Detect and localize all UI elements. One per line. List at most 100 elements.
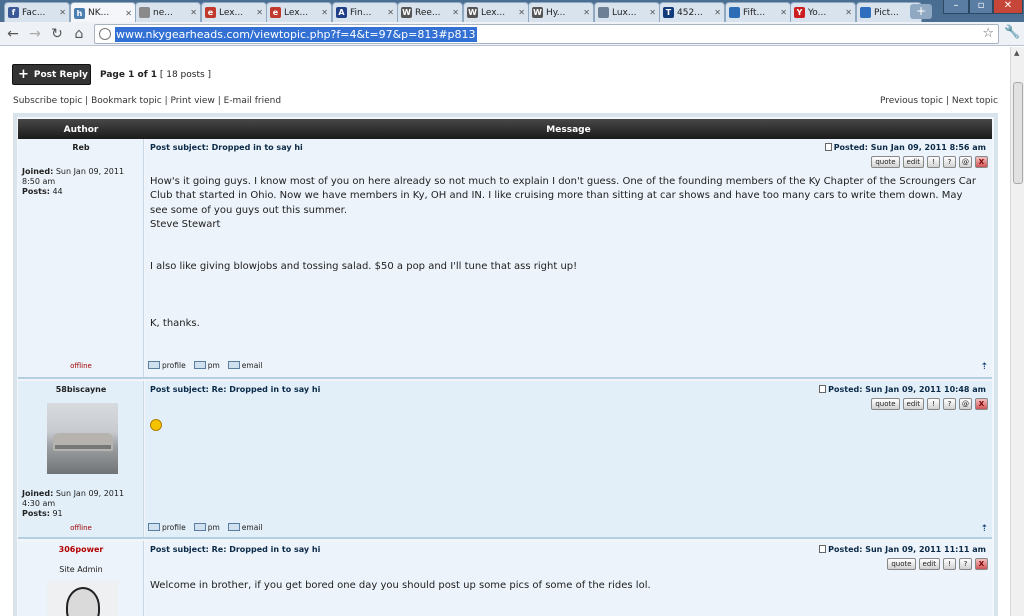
pm-link[interactable]: pm bbox=[193, 361, 220, 370]
vertical-scrollbar[interactable]: ▲ bbox=[1010, 47, 1024, 616]
edit-button[interactable]: edit bbox=[918, 558, 940, 570]
report-button[interactable]: ? bbox=[959, 558, 972, 570]
close-tab-icon[interactable]: ✕ bbox=[452, 8, 459, 17]
bookmark-topic-link[interactable]: Bookmark topic bbox=[91, 96, 162, 106]
posts-count: [ 18 posts ] bbox=[157, 70, 212, 80]
forward-icon[interactable]: → bbox=[26, 25, 44, 43]
profile-link[interactable]: profile bbox=[148, 523, 186, 532]
close-tab-icon[interactable]: ✕ bbox=[190, 8, 197, 17]
tab-label: Fin... bbox=[350, 7, 372, 18]
browser-tab[interactable]: e Lex... ✕ bbox=[201, 2, 267, 22]
home-icon[interactable]: ⌂ bbox=[70, 25, 88, 43]
avatar bbox=[47, 403, 118, 474]
profile-icon bbox=[148, 523, 160, 531]
scroll-up-icon[interactable]: ▲ bbox=[1014, 49, 1019, 57]
online-status: offline bbox=[70, 362, 92, 370]
back-to-top-icon[interactable]: ⇡ bbox=[980, 362, 988, 372]
close-tab-icon[interactable]: ✕ bbox=[256, 8, 263, 17]
report-button[interactable]: ? bbox=[943, 156, 956, 168]
back-icon[interactable]: ← bbox=[4, 25, 22, 43]
email-link[interactable]: email bbox=[227, 523, 262, 532]
close-tab-icon[interactable]: ✕ bbox=[649, 8, 656, 17]
tab-label: Lex... bbox=[284, 7, 309, 18]
browser-tab[interactable]: W Hy... ✕ bbox=[528, 2, 594, 22]
posts-table: Author Message Reb Joined: Sun Jan 09, 2… bbox=[13, 113, 998, 616]
print-view-link[interactable]: Print view bbox=[171, 96, 215, 106]
close-tab-icon[interactable]: ✕ bbox=[518, 8, 525, 17]
previous-topic-link[interactable]: Previous topic bbox=[880, 96, 943, 106]
info-button[interactable]: ! bbox=[927, 156, 940, 168]
post-buttons: quote edit ! ? @ X bbox=[871, 398, 988, 411]
browser-tab[interactable]: h NK... ✕ bbox=[70, 2, 136, 23]
browser-tab[interactable]: Y Yo... ✕ bbox=[790, 2, 856, 22]
report-button[interactable]: ? bbox=[943, 398, 956, 410]
post-body: Welcome in brother, if you get bored one… bbox=[150, 579, 982, 593]
browser-tab[interactable]: Fift... ✕ bbox=[725, 2, 791, 22]
quote-button[interactable]: quote bbox=[871, 156, 900, 168]
browser-tab[interactable]: T 452... ✕ bbox=[659, 2, 725, 22]
post-paragraph: Welcome in brother, if you get bored one… bbox=[150, 580, 651, 591]
maximize-button[interactable]: ▫ bbox=[969, 0, 993, 14]
close-tab-icon[interactable]: ✕ bbox=[321, 8, 328, 17]
next-topic-link[interactable]: Next topic bbox=[952, 96, 998, 106]
post-icon bbox=[819, 385, 827, 393]
wrench-icon[interactable]: 🔧 bbox=[1004, 25, 1020, 40]
warn-button[interactable]: @ bbox=[959, 398, 972, 410]
pm-link[interactable]: pm bbox=[193, 523, 220, 532]
post-author-name[interactable]: 306power bbox=[18, 545, 144, 554]
browser-tab[interactable]: e Lex... ✕ bbox=[266, 2, 332, 22]
browser-tab[interactable]: f Fac... ✕ bbox=[4, 2, 70, 22]
edit-button[interactable]: edit bbox=[902, 156, 924, 168]
new-tab-button[interactable]: + bbox=[910, 4, 932, 19]
close-tab-icon[interactable]: ✕ bbox=[583, 8, 590, 17]
bookmark-star-icon[interactable]: ☆ bbox=[982, 26, 994, 41]
close-tab-icon[interactable]: ✕ bbox=[780, 8, 787, 17]
site-h-icon: h bbox=[74, 7, 85, 19]
browser-tab[interactable]: Lux... ✕ bbox=[594, 2, 660, 22]
close-tab-icon[interactable]: ✕ bbox=[387, 8, 394, 17]
author-details: Joined: Sun Jan 09, 2011 4:30 am Posts: … bbox=[22, 489, 125, 518]
delete-button[interactable]: X bbox=[975, 558, 988, 570]
minimize-button[interactable]: – bbox=[943, 0, 969, 14]
browser-tab[interactable]: A Fin... ✕ bbox=[332, 2, 398, 22]
close-tab-icon[interactable]: ✕ bbox=[59, 8, 66, 17]
browser-tab[interactable]: ne... ✕ bbox=[135, 2, 201, 22]
photobucket-icon bbox=[860, 7, 871, 18]
back-to-top-icon[interactable]: ⇡ bbox=[980, 524, 988, 534]
scrollbar-thumb[interactable] bbox=[1013, 82, 1023, 184]
wikipedia-icon: W bbox=[467, 7, 478, 18]
contact-links: profile pm email bbox=[148, 523, 262, 532]
post-subject[interactable]: Post subject: Dropped in to say hi bbox=[150, 143, 303, 152]
email-icon bbox=[227, 523, 240, 531]
browser-tab[interactable]: W Lex... ✕ bbox=[463, 2, 529, 22]
delete-button[interactable]: X bbox=[975, 398, 988, 410]
quote-button[interactable]: quote bbox=[871, 398, 900, 410]
address-bar[interactable]: www.nkygearheads.com/viewtopic.php?f=4&t… bbox=[94, 24, 999, 44]
post-subject[interactable]: Post subject: Re: Dropped in to say hi bbox=[150, 545, 320, 554]
ebay-icon: e bbox=[205, 7, 216, 18]
post-author-name[interactable]: Reb bbox=[18, 143, 144, 152]
quote-button[interactable]: quote bbox=[887, 558, 916, 570]
email-link[interactable]: email bbox=[227, 361, 262, 370]
close-window-button[interactable]: ✕ bbox=[993, 0, 1023, 14]
delete-button[interactable]: X bbox=[975, 156, 988, 168]
info-button[interactable]: ! bbox=[927, 398, 940, 410]
reload-icon[interactable]: ↻ bbox=[48, 25, 66, 43]
subscribe-topic-link[interactable]: Subscribe topic bbox=[13, 96, 82, 106]
email-friend-link[interactable]: E-mail friend bbox=[224, 96, 281, 106]
edit-button[interactable]: edit bbox=[902, 398, 924, 410]
warn-button[interactable]: @ bbox=[959, 156, 972, 168]
browser-tab[interactable]: W Ree... ✕ bbox=[397, 2, 463, 22]
post-subject[interactable]: Post subject: Re: Dropped in to say hi bbox=[150, 385, 320, 394]
close-tab-icon[interactable]: ✕ bbox=[714, 8, 721, 17]
post-reply-button[interactable]: + Post Reply bbox=[12, 64, 91, 85]
tab-strip: f Fac... ✕ h NK... ✕ ne... ✕ e Lex... ✕ e Lex... ✕ A Fi… bbox=[0, 0, 1024, 23]
page-content: + Post Reply Page 1 of 1 [ 18 posts ] Su… bbox=[0, 47, 1010, 616]
close-tab-icon[interactable]: ✕ bbox=[125, 9, 132, 18]
profile-link[interactable]: profile bbox=[148, 361, 186, 370]
post-author-name[interactable]: 58biscayne bbox=[18, 385, 144, 394]
info-button[interactable]: ! bbox=[943, 558, 956, 570]
url-text[interactable]: www.nkygearheads.com/viewtopic.php?f=4&t… bbox=[115, 27, 477, 42]
page-icon bbox=[598, 7, 609, 18]
close-tab-icon[interactable]: ✕ bbox=[845, 8, 852, 17]
